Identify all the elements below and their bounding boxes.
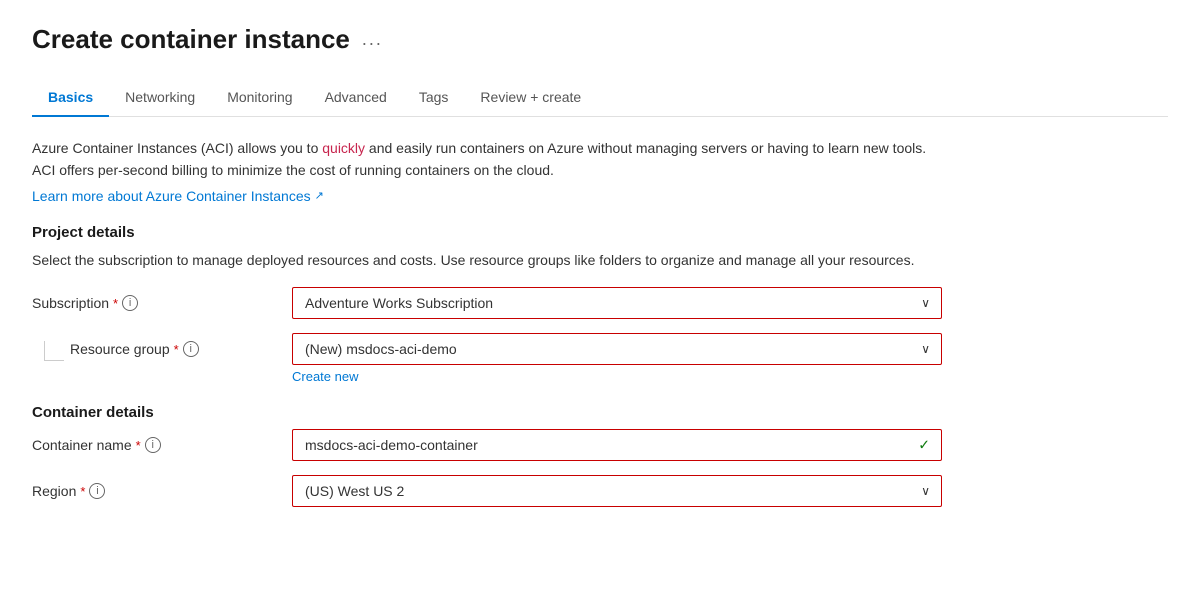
indent-decoration — [44, 341, 64, 361]
resource-group-label-col: Resource group * i — [70, 333, 294, 357]
tab-tags[interactable]: Tags — [403, 79, 465, 117]
create-new-link[interactable]: Create new — [292, 369, 358, 384]
project-details-header: Project details — [32, 224, 1168, 241]
resource-group-info-icon[interactable]: i — [183, 341, 199, 357]
region-info-icon[interactable]: i — [89, 483, 105, 499]
tab-monitoring[interactable]: Monitoring — [211, 79, 308, 117]
container-name-input-wrapper: ✓ — [292, 429, 942, 461]
region-select[interactable]: (US) West US 2 — [292, 475, 942, 507]
tab-review-create[interactable]: Review + create — [464, 79, 597, 117]
container-name-row: Container name * i ✓ — [32, 429, 1168, 461]
container-name-label: Container name — [32, 437, 132, 453]
container-details-header: Container details — [32, 404, 1168, 421]
resource-group-label: Resource group — [70, 341, 170, 357]
subscription-select[interactable]: Adventure Works Subscription — [292, 287, 942, 319]
resource-group-required: * — [174, 342, 179, 357]
more-options-icon[interactable]: ... — [362, 29, 383, 50]
tabs-nav: Basics Networking Monitoring Advanced Ta… — [32, 79, 1168, 117]
description-text: Azure Container Instances (ACI) allows y… — [32, 137, 932, 182]
page-title: Create container instance — [32, 24, 350, 55]
learn-more-link[interactable]: Learn more about Azure Container Instanc… — [32, 188, 324, 204]
external-link-icon: ↗ — [315, 189, 324, 202]
subscription-required: * — [113, 296, 118, 311]
region-label: Region — [32, 483, 76, 499]
container-name-required: * — [136, 438, 141, 453]
tab-basics[interactable]: Basics — [32, 79, 109, 117]
subscription-row: Subscription * i Adventure Works Subscri… — [32, 287, 1168, 319]
subscription-info-icon[interactable]: i — [122, 295, 138, 311]
container-name-check-icon: ✓ — [918, 437, 930, 454]
tab-advanced[interactable]: Advanced — [309, 79, 403, 117]
region-required: * — [80, 484, 85, 499]
region-row: Region * i (US) West US 2 ∨ — [32, 475, 1168, 507]
container-name-info-icon[interactable]: i — [145, 437, 161, 453]
region-dropdown-wrapper: (US) West US 2 ∨ — [292, 475, 942, 507]
subscription-dropdown-wrapper: Adventure Works Subscription ∨ — [292, 287, 942, 319]
resource-group-row: Resource group * i (New) msdocs-aci-demo… — [32, 333, 1168, 384]
resource-group-select[interactable]: (New) msdocs-aci-demo — [292, 333, 942, 365]
container-name-input[interactable] — [292, 429, 942, 461]
subscription-label: Subscription — [32, 295, 109, 311]
project-details-description: Select the subscription to manage deploy… — [32, 249, 932, 271]
resource-group-dropdown-wrapper: (New) msdocs-aci-demo ∨ — [292, 333, 942, 365]
tab-networking[interactable]: Networking — [109, 79, 211, 117]
